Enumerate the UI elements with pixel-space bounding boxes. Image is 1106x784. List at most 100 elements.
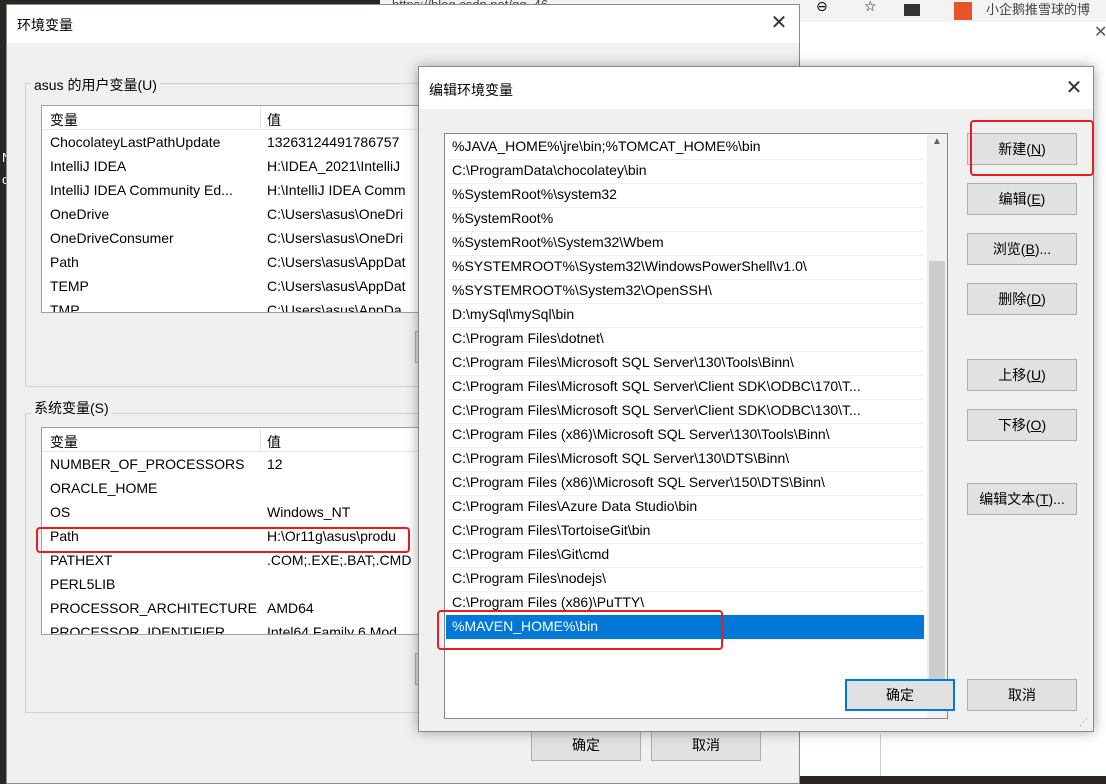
path-entry[interactable]: %SystemRoot%\System32\Wbem <box>446 231 924 256</box>
resize-grip-icon[interactable]: ⋰ <box>1079 717 1088 728</box>
table-row[interactable]: PROCESSOR_ARCHITECTURE AMD64 <box>42 597 420 621</box>
table-row[interactable]: ChocolateyLastPathUpdate 1326312449178675… <box>42 131 420 155</box>
path-entry[interactable]: %JAVA_HOME%\jre\bin;%TOMCAT_HOME%\bin <box>446 135 924 160</box>
variable-value: C:\Users\asus\AppDat <box>267 254 406 270</box>
path-entry[interactable]: %SystemRoot%\system32 <box>446 183 924 208</box>
dialog-title: 编辑环境变量 <box>429 82 513 98</box>
system-vars-label: 系统变量(S) <box>31 398 112 418</box>
edit-button[interactable]: 编辑(E) <box>967 183 1077 215</box>
path-entry-text: C:\Program Files (x86)\Microsoft SQL Ser… <box>452 426 830 442</box>
edit-text-button[interactable]: 编辑文本(T)... <box>967 483 1077 515</box>
path-entry-text: C:\Program Files\dotnet\ <box>452 330 604 346</box>
path-entry[interactable]: C:\Program Files (x86)\Microsoft SQL Ser… <box>446 423 924 448</box>
variable-name: PATHEXT <box>50 552 113 568</box>
cancel-button[interactable]: 取消 <box>967 679 1077 711</box>
annotation-highlight <box>970 120 1094 176</box>
title-bar: 环境变量 ✕ <box>7 5 799 43</box>
path-entry-text: %SYSTEMROOT%\System32\OpenSSH\ <box>452 282 712 298</box>
csdn-logo-icon <box>954 2 972 20</box>
collection-icon[interactable] <box>904 4 920 16</box>
variable-name: IntelliJ IDEA Community Ed... <box>50 182 233 198</box>
path-entry-text: C:\Program Files\TortoiseGit\bin <box>452 522 651 538</box>
table-row[interactable]: Path C:\Users\asus\AppDat <box>42 251 420 275</box>
path-entry[interactable]: C:\Program Files\Git\cmd <box>446 543 924 568</box>
variable-name: TMP <box>50 302 80 313</box>
path-entry-text: C:\Program Files\Microsoft SQL Server\13… <box>452 354 794 370</box>
close-icon[interactable]: ✕ <box>1062 78 1086 98</box>
path-entry[interactable]: C:\Program Files\Microsoft SQL Server\Cl… <box>446 399 924 424</box>
variable-name: ChocolateyLastPathUpdate <box>50 134 221 150</box>
path-entry[interactable]: D:\mySql\mySql\bin <box>446 303 924 328</box>
user-vars-list[interactable]: 变量 值 ChocolateyLastPathUpdate 13263124491… <box>41 105 421 313</box>
scrollbar-thumb[interactable] <box>929 261 945 699</box>
column-divider[interactable] <box>260 106 261 130</box>
path-entry[interactable]: C:\ProgramData\chocolatey\bin <box>446 159 924 184</box>
path-entry[interactable]: %SYSTEMROOT%\System32\WindowsPowerShell\… <box>446 255 924 280</box>
table-row[interactable]: PROCESSOR_IDENTIFIER Intel64 Family 6 Mod <box>42 621 420 635</box>
table-row[interactable]: TEMP C:\Users\asus\AppDat <box>42 275 420 299</box>
user-vars-label: asus 的用户变量(U) <box>31 75 160 95</box>
table-row[interactable]: OS Windows_NT <box>42 501 420 525</box>
variable-value: 13263124491786757 <box>267 134 400 150</box>
scroll-up-icon[interactable]: ▲ <box>932 136 942 147</box>
table-row[interactable]: IntelliJ IDEA Community Ed... H:\IntelliJ… <box>42 179 420 203</box>
path-entry-text: D:\mySql\mySql\bin <box>452 306 575 322</box>
path-entry-text: C:\Program Files\Git\cmd <box>452 546 610 562</box>
path-entry-text: C:\Program Files (x86)\Microsoft SQL Ser… <box>452 474 825 490</box>
variable-value: AMD64 <box>267 600 314 616</box>
variable-name: ORACLE_HOME <box>50 480 158 496</box>
path-entry[interactable]: C:\Program Files\Microsoft SQL Server\13… <box>446 351 924 376</box>
path-entry-text: %JAVA_HOME%\jre\bin;%TOMCAT_HOME%\bin <box>452 138 761 154</box>
path-entry[interactable]: C:\Program Files\dotnet\ <box>446 327 924 352</box>
list-header: 变量 值 <box>42 428 420 452</box>
move-up-button[interactable]: 上移(U) <box>967 359 1077 391</box>
cancel-button[interactable]: 取消 <box>651 729 761 761</box>
table-row[interactable]: OneDrive C:\Users\asus\OneDri <box>42 203 420 227</box>
path-entry[interactable]: C:\Program Files\TortoiseGit\bin <box>446 519 924 544</box>
column-divider[interactable] <box>260 428 261 452</box>
column-header-variable[interactable]: 变量 <box>50 110 78 130</box>
move-down-button[interactable]: 下移(O) <box>967 409 1077 441</box>
close-icon[interactable]: ✕ <box>767 13 791 33</box>
path-entry-text: C:\ProgramData\chocolatey\bin <box>452 162 647 178</box>
table-row[interactable]: OneDriveConsumer C:\Users\asus\OneDri <box>42 227 420 251</box>
path-entry[interactable]: C:\Program Files\Microsoft SQL Server\Cl… <box>446 375 924 400</box>
variable-name: OS <box>50 504 71 520</box>
path-entry-text: C:\Program Files\Microsoft SQL Server\Cl… <box>452 378 861 394</box>
path-entry[interactable]: C:\Program Files\nodejs\ <box>446 567 924 592</box>
ok-button[interactable]: 确定 <box>845 679 955 711</box>
path-entry[interactable]: %SYSTEMROOT%\System32\OpenSSH\ <box>446 279 924 304</box>
column-header-value[interactable]: 值 <box>267 432 281 452</box>
path-entry[interactable]: C:\Program Files\Microsoft SQL Server\13… <box>446 447 924 472</box>
variable-value: H:\IntelliJ IDEA Comm <box>267 182 406 198</box>
column-header-variable[interactable]: 变量 <box>50 432 78 452</box>
table-row[interactable]: ORACLE_HOME <box>42 477 420 501</box>
path-entry[interactable]: %SystemRoot% <box>446 207 924 232</box>
table-row[interactable]: IntelliJ IDEA H:\IDEA_2021\IntelliJ <box>42 155 420 179</box>
table-row[interactable]: TMP C:\Users\asus\AppDa <box>42 299 420 313</box>
path-entry[interactable]: C:\Program Files (x86)\Microsoft SQL Ser… <box>446 471 924 496</box>
column-header-value[interactable]: 值 <box>267 110 281 130</box>
variable-value: .COM;.EXE;.BAT;.CMD <box>267 552 412 568</box>
variable-name: OneDrive <box>50 206 110 222</box>
favorite-icon[interactable]: ☆ <box>864 0 877 15</box>
delete-button[interactable]: 删除(D) <box>967 283 1077 315</box>
annotation-highlight <box>437 610 723 650</box>
browser-close-icon[interactable]: ✕ <box>1094 22 1106 42</box>
divider <box>880 734 881 776</box>
table-row[interactable]: PERL5LIB <box>42 573 420 597</box>
variable-value: C:\Users\asus\AppDa <box>267 302 402 313</box>
zoom-icon[interactable]: ⊖ <box>816 0 828 15</box>
variable-value: Intel64 Family 6 Mod <box>267 624 397 635</box>
browser-tab-title[interactable]: 小企鹅推雪球的博 <box>986 0 1090 18</box>
variable-value: Windows_NT <box>267 504 351 520</box>
path-entry-text: %SystemRoot%\System32\Wbem <box>452 234 664 250</box>
path-entry[interactable]: C:\Program Files\Azure Data Studio\bin <box>446 495 924 520</box>
table-row[interactable]: NUMBER_OF_PROCESSORS 12 <box>42 453 420 477</box>
path-entry-text: %SYSTEMROOT%\System32\WindowsPowerShell\… <box>452 258 807 274</box>
browse-button[interactable]: 浏览(B)... <box>967 233 1077 265</box>
path-entry-text: C:\Program Files\Azure Data Studio\bin <box>452 498 698 514</box>
variable-name: OneDriveConsumer <box>50 230 174 246</box>
ok-button[interactable]: 确定 <box>531 729 641 761</box>
scrollbar[interactable]: ▲ ▼ <box>927 134 947 718</box>
